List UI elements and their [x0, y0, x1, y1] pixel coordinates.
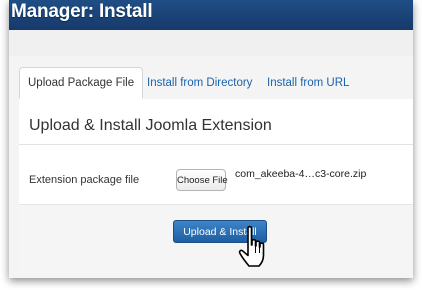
extension-package-file-label: Extension package file — [29, 174, 140, 186]
toolbar-strip — [9, 30, 413, 56]
page-title: Manager: Install — [11, 1, 153, 22]
section-heading: Upload & Install Joomla Extension — [29, 117, 272, 134]
selected-file-name: com_akeeba-4…c3-core.zip — [235, 168, 367, 180]
tab-upload-package-file[interactable]: Upload Package File — [19, 67, 144, 99]
upload-panel: Upload & Install Joomla Extension Extens… — [19, 99, 413, 278]
title-bar: Manager: Install — [9, 0, 413, 30]
application-window: Manager: Install Upload Package File Ins… — [9, 0, 413, 278]
choose-file-button[interactable]: Choose File — [176, 169, 228, 191]
form-actions: Upload & Install — [19, 204, 413, 278]
tab-install-from-directory[interactable]: Install from Directory — [147, 67, 252, 99]
hand-pointer-icon — [238, 225, 265, 267]
tab-install-from-url[interactable]: Install from URL — [267, 67, 349, 99]
divider — [19, 144, 413, 145]
tab-bar: Upload Package File Install from Directo… — [19, 67, 413, 100]
